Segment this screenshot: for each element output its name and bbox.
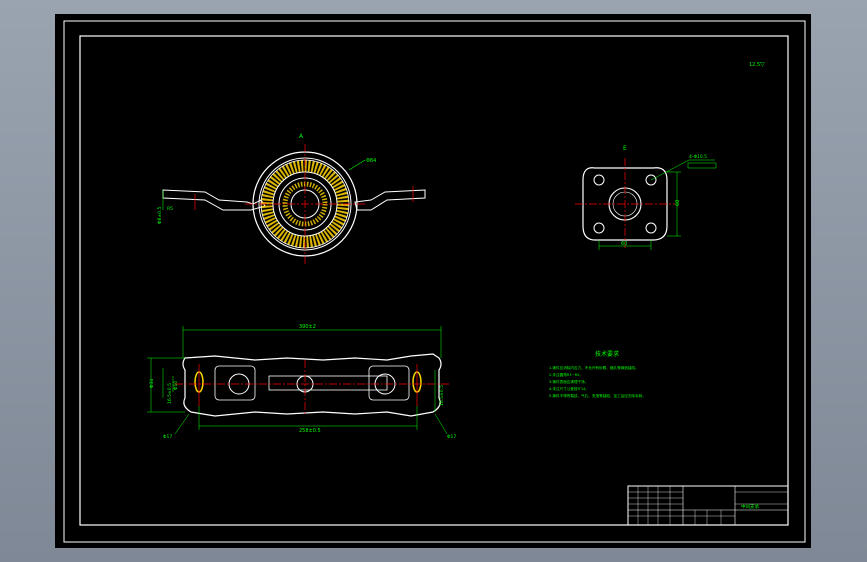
tech-note-line: 1.铸件应消除内应力，不允许有砂眼、缩孔等铸造缺陷。 xyxy=(549,365,639,370)
tech-note-line: 5.铸件不得有裂纹、气孔、夹渣等缺陷，加工后应去除毛刺。 xyxy=(549,393,646,398)
cad-viewport[interactable]: 12.5 ▽ A Φ84 Φ8±0.5 R5 E 4-Φ10.5 60 60 3… xyxy=(55,14,811,548)
top-view-outline xyxy=(182,353,442,417)
side-view: E 4-Φ10.5 60 60 xyxy=(575,145,717,250)
svg-text:60: 60 xyxy=(621,241,627,247)
tech-note-line: 4.未注尺寸公差按IT14。 xyxy=(549,386,589,391)
tech-note-line: 2.未注圆角R3~R5。 xyxy=(549,372,583,377)
svg-text:4-Φ10.5: 4-Φ10.5 xyxy=(689,154,707,160)
front-view-label: A xyxy=(299,133,304,140)
svg-text:12.5: 12.5 xyxy=(749,62,760,68)
svg-text:Φ17: Φ17 xyxy=(447,434,456,440)
svg-text:Φ17: Φ17 xyxy=(163,434,172,440)
svg-text:60: 60 xyxy=(675,200,681,206)
bolt-hole-bl xyxy=(593,222,605,234)
tech-note-line: 3.铸件表面应清理干净。 xyxy=(549,379,588,384)
tech-notes-heading: 技术要求 xyxy=(595,350,619,358)
drawing-frame xyxy=(79,35,789,526)
roughness-mark: 12.5 ▽ xyxy=(749,61,765,68)
technical-notes: 技术要求 1.铸件应消除内应力，不允许有砂眼、缩孔等铸造缺陷。 2.未注圆角R3… xyxy=(549,350,646,398)
front-right-arm xyxy=(354,189,426,211)
svg-text:Φ8±0.5: Φ8±0.5 xyxy=(157,207,163,224)
svg-text:Φ10: Φ10 xyxy=(173,381,179,390)
side-view-label: E xyxy=(623,145,627,152)
svg-text:R5: R5 xyxy=(167,206,173,212)
engineering-drawing: 12.5 ▽ A Φ84 Φ8±0.5 R5 E 4-Φ10.5 60 60 3… xyxy=(63,20,806,543)
svg-text:Φ34: Φ34 xyxy=(149,379,155,388)
front-view: A Φ84 Φ8±0.5 R5 xyxy=(157,133,426,264)
svg-text:16.5±0.5: 16.5±0.5 xyxy=(167,383,173,404)
svg-text:258±0.5: 258±0.5 xyxy=(299,428,321,434)
top-view: 390±2 258±0.5 Φ34 16.5±0.5 Φ10 16.5±0.5 … xyxy=(147,324,456,440)
sheet-border xyxy=(63,20,806,543)
svg-text:16.5±0.5: 16.5±0.5 xyxy=(439,385,445,406)
svg-text:390±2: 390±2 xyxy=(299,324,316,330)
title-block: 中间支承 xyxy=(627,485,789,526)
bolt-hole-tl xyxy=(593,174,605,186)
svg-text:Φ84: Φ84 xyxy=(366,158,376,164)
part-name: 中间支承 xyxy=(741,503,759,510)
front-left-arm xyxy=(162,189,266,211)
svg-text:▽: ▽ xyxy=(760,61,765,68)
bolt-hole-br xyxy=(645,222,657,234)
